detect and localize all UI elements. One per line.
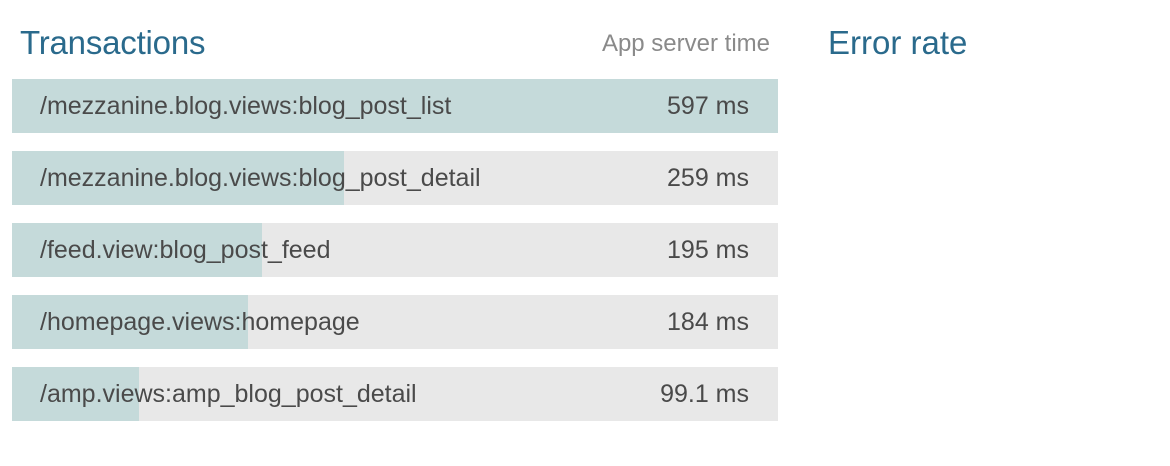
transaction-time: 184 ms: [667, 308, 749, 336]
error-rate-title: Error rate: [828, 24, 968, 61]
transaction-time: 597 ms: [667, 92, 749, 120]
transactions-header: Transactions App server time: [12, 0, 778, 76]
transaction-name: /homepage.views:homepage: [40, 308, 360, 336]
transaction-row[interactable]: /mezzanine.blog.views:blog_post_detail 2…: [12, 151, 778, 205]
transaction-row[interactable]: /amp.views:amp_blog_post_detail 99.1 ms: [12, 367, 778, 421]
transaction-name: /mezzanine.blog.views:blog_post_detail: [40, 164, 481, 192]
transaction-row[interactable]: /feed.view:blog_post_feed 195 ms: [12, 223, 778, 277]
transactions-panel: Transactions App server time /mezzanine.…: [12, 0, 778, 421]
transaction-name: /amp.views:amp_blog_post_detail: [40, 380, 417, 408]
transaction-time: 99.1 ms: [660, 380, 749, 408]
transaction-time: 195 ms: [667, 236, 749, 264]
app-server-time-label: App server time: [601, 30, 770, 57]
transaction-name: /feed.view:blog_post_feed: [40, 236, 331, 264]
transactions-list: /mezzanine.blog.views:blog_post_list 597…: [12, 79, 778, 439]
transaction-time: 259 ms: [667, 164, 749, 192]
transaction-row[interactable]: /mezzanine.blog.views:blog_post_list 597…: [12, 79, 778, 133]
transaction-name: /mezzanine.blog.views:blog_post_list: [40, 92, 452, 120]
transaction-row[interactable]: /homepage.views:homepage 184 ms: [12, 295, 778, 349]
transactions-title: Transactions: [20, 24, 206, 61]
